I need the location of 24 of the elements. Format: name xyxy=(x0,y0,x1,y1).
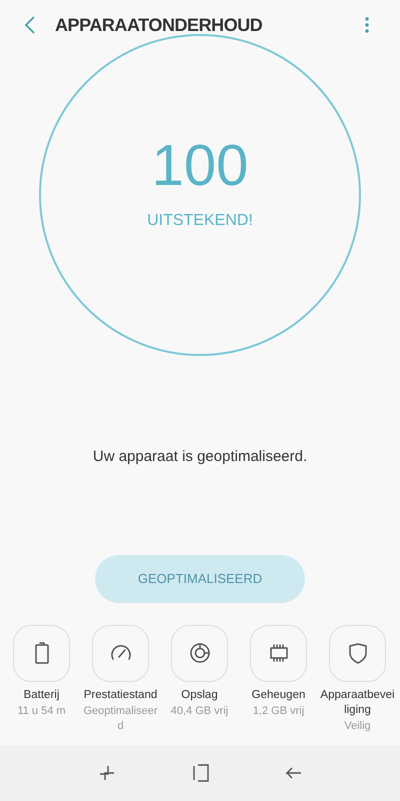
tile-status: 1,2 GB vrij xyxy=(252,704,306,718)
tile-status: 40,4 GB vrij xyxy=(170,704,230,718)
tile-label: Opslag xyxy=(180,688,219,702)
more-icon xyxy=(365,17,369,33)
home-icon xyxy=(190,763,209,783)
category-tile[interactable] xyxy=(92,624,149,682)
tile-label: Batterij xyxy=(22,688,60,702)
tile-status: Geoptimaliseerd xyxy=(82,704,158,734)
score-rating: UITSTEKEND! xyxy=(147,211,253,231)
tile-label: Apparaatbeveiliging xyxy=(320,688,396,718)
tile-label: Prestatiestand xyxy=(82,688,158,702)
score-value: 100 xyxy=(152,137,248,195)
page-title: APPARAATONDERHOUD xyxy=(55,14,262,36)
tile-status: Veilig xyxy=(343,718,372,734)
tile-status: 11 u 54 m xyxy=(16,704,67,718)
status-message: Uw apparaat is geoptimaliseerd. xyxy=(92,447,308,467)
category-tile[interactable] xyxy=(329,624,386,682)
shield-icon xyxy=(346,641,368,665)
tile-label: Geheugen xyxy=(250,688,306,702)
category-tile[interactable] xyxy=(250,624,307,682)
back-icon xyxy=(24,16,36,34)
category-tile[interactable] xyxy=(171,624,228,682)
donut-chart-icon xyxy=(188,641,212,665)
category-tile[interactable] xyxy=(13,624,70,682)
